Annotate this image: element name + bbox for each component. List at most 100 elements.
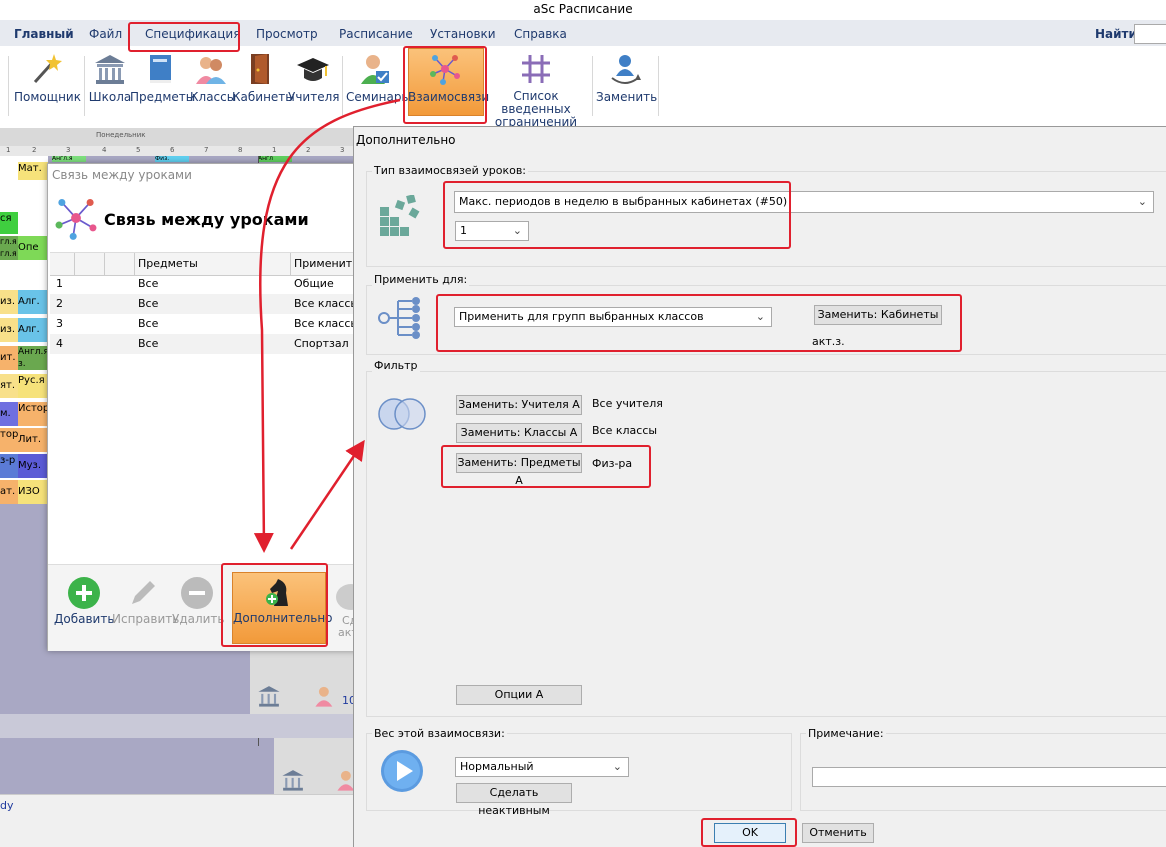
menu-main[interactable]: Главный bbox=[14, 27, 74, 41]
teachers-value: Все учителя bbox=[592, 397, 663, 410]
menu-help[interactable]: Справка bbox=[514, 27, 567, 41]
lesson-cell: тор bbox=[0, 428, 18, 452]
status-text: dy bbox=[0, 799, 14, 812]
grid-hash-icon bbox=[522, 55, 550, 83]
column-subjects[interactable]: Предметы bbox=[138, 257, 198, 270]
classes-button[interactable]: Классы bbox=[190, 52, 236, 104]
delete-button[interactable]: Удалить bbox=[172, 576, 225, 626]
venn-diagram-icon bbox=[378, 398, 426, 430]
replace-classes-button[interactable]: Заменить: Классы А bbox=[456, 423, 582, 443]
ok-button[interactable]: OK bbox=[714, 823, 786, 843]
pencil-icon bbox=[132, 581, 155, 604]
lesson-cell: Истор bbox=[18, 402, 48, 426]
search-input[interactable] bbox=[1134, 24, 1166, 44]
lesson-cell: ит. bbox=[0, 346, 18, 370]
link-type-label: Тип взаимосвязей уроков: bbox=[372, 164, 529, 177]
assistant-button[interactable]: Помощник bbox=[14, 52, 81, 104]
network-links-icon bbox=[55, 198, 97, 240]
lesson-cell: гл.я bbox=[0, 248, 18, 260]
lesson-cell: з. bbox=[18, 358, 48, 370]
graduation-cap-icon bbox=[297, 58, 329, 81]
link-type-select[interactable]: Макс. периодов в неделю в выбранных каби… bbox=[454, 191, 1154, 213]
table-row[interactable]: 2 Все Все классы bbox=[50, 294, 368, 314]
day-header: Понедельник bbox=[96, 131, 146, 139]
menu-bar: Главный Файл Спецификация Просмотр Распи… bbox=[0, 20, 1166, 46]
chevron-down-icon: ⌄ bbox=[612, 760, 622, 773]
lesson-cell: гл.я bbox=[0, 236, 18, 248]
deactivate-button[interactable]: Сделать неактивным bbox=[456, 783, 572, 817]
links-button[interactable]: Взаимосвязи bbox=[408, 52, 489, 104]
plus-circle-icon bbox=[68, 577, 100, 609]
apply-select[interactable]: Применить для групп выбранных классов ⌄ bbox=[454, 307, 772, 327]
lesson-cell: Лит. bbox=[18, 428, 48, 452]
extra-button[interactable]: Дополнительно bbox=[232, 572, 333, 644]
swap-person-icon bbox=[611, 55, 641, 84]
magic-wand-icon bbox=[33, 54, 62, 84]
options-button[interactable]: Опции А bbox=[456, 685, 582, 705]
lesson-cell: ат. bbox=[0, 480, 18, 504]
lesson-cell: з-р bbox=[0, 454, 18, 478]
school-building-icon bbox=[258, 686, 280, 707]
filter-label: Фильтр bbox=[372, 359, 420, 372]
note-input[interactable] bbox=[812, 767, 1166, 787]
subjects-button[interactable]: Предметы bbox=[130, 52, 195, 104]
lesson-cell: Опе bbox=[18, 236, 48, 260]
menu-settings[interactable]: Установки bbox=[430, 27, 496, 41]
lesson-cell: Муз. bbox=[18, 454, 48, 478]
count-select[interactable]: 1 ⌄ bbox=[455, 221, 529, 241]
subjects-value: Физ-ра bbox=[592, 457, 633, 470]
menu-file[interactable]: Файл bbox=[89, 27, 122, 41]
lesson-cell: из. bbox=[0, 318, 18, 342]
students-icon bbox=[315, 686, 333, 707]
lesson-cell: Алг. bbox=[18, 318, 48, 342]
table-row[interactable]: 3 Все Все классы bbox=[50, 314, 368, 334]
seminar-person-icon bbox=[361, 55, 389, 84]
links-table-header: Предметы Применить bbox=[50, 252, 368, 276]
replace-button[interactable]: Заменить bbox=[596, 52, 657, 104]
door-icon bbox=[251, 54, 269, 84]
table-row[interactable]: 1 Все Общие bbox=[50, 274, 368, 295]
note-label: Примечание: bbox=[806, 727, 886, 740]
menu-schedule[interactable]: Расписание bbox=[339, 27, 413, 41]
replace-rooms-button[interactable]: Заменить: Кабинеты bbox=[814, 305, 942, 325]
cancel-button[interactable]: Отменить bbox=[802, 823, 874, 843]
school-building-icon bbox=[95, 55, 125, 84]
classes-value: Все классы bbox=[592, 424, 658, 437]
chess-knight-plus-icon bbox=[266, 579, 288, 606]
weight-label: Вес этой взаимосвязи: bbox=[372, 727, 507, 740]
edit-button[interactable]: Исправить bbox=[112, 576, 179, 626]
chevron-down-icon: ⌄ bbox=[512, 224, 522, 237]
rooms-button[interactable]: Кабинеты bbox=[232, 52, 295, 104]
table-row[interactable]: 4 Все Спортзал bbox=[50, 334, 368, 354]
replace-subjects-button[interactable]: Заменить: Предметы А bbox=[456, 453, 582, 487]
lesson-cell: из. bbox=[0, 290, 18, 314]
constraints-list-button[interactable]: Список введенных ограничений bbox=[484, 52, 588, 129]
ribbon-toolbar: Помощник Школа Предметы Классы Кабинеты … bbox=[0, 46, 1166, 129]
school-button[interactable]: Школа bbox=[88, 52, 132, 104]
book-icon bbox=[150, 55, 171, 83]
column-apply[interactable]: Применить bbox=[294, 257, 359, 270]
play-circle-icon bbox=[381, 750, 423, 792]
seminars-button[interactable]: Семинары bbox=[346, 52, 411, 104]
lesson-cell: Алг. bbox=[18, 290, 48, 314]
apply-label: Применить для: bbox=[372, 273, 470, 286]
hierarchy-icon bbox=[378, 297, 420, 339]
menu-specification[interactable]: Спецификация bbox=[145, 27, 240, 41]
links-dialog-title: Связь между уроками bbox=[52, 168, 192, 182]
menu-view[interactable]: Просмотр bbox=[256, 27, 318, 41]
lesson-cell: Англ.я bbox=[18, 346, 48, 358]
lesson-cell: ся bbox=[0, 212, 18, 234]
extra-dialog: Дополнительно Тип взаимосвязей уроков: М… bbox=[353, 126, 1166, 847]
chevron-down-icon: ⌄ bbox=[755, 310, 765, 323]
links-dialog: Связь между уроками Связь между уроками … bbox=[47, 163, 369, 651]
replace-teachers-button[interactable]: Заменить: Учителя А bbox=[456, 395, 582, 415]
lesson-cell: Рус.я bbox=[18, 374, 48, 398]
network-links-icon bbox=[430, 55, 460, 85]
students-icon bbox=[196, 57, 226, 84]
weight-select[interactable]: Нормальный ⌄ bbox=[455, 757, 629, 777]
teachers-button[interactable]: Учителя bbox=[288, 52, 339, 104]
room-value: акт.з. bbox=[812, 335, 845, 348]
window-title: aSc Расписание bbox=[0, 0, 1166, 20]
lesson-cell: Англ.я bbox=[52, 156, 86, 162]
add-button[interactable]: Добавить bbox=[54, 576, 114, 626]
